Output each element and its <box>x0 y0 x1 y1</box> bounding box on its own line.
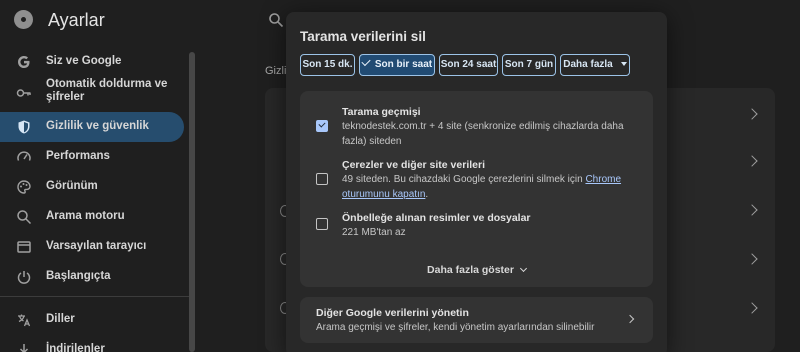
checkmark-icon <box>361 56 371 67</box>
palette-icon <box>17 180 31 194</box>
sidebar-divider <box>0 296 190 297</box>
option-title: Çerezler ve diğer site verileri <box>342 159 485 171</box>
google-data-description: Arama geçmişi ve şifreler, kendi yönetim… <box>316 322 595 333</box>
checkbox-cookies[interactable] <box>316 173 328 185</box>
chevron-down-icon <box>519 264 528 273</box>
sidebar-item-label: Otomatik doldurma ve şifreler <box>46 78 168 103</box>
time-range-chip-15m[interactable]: Son 15 dk. <box>300 54 355 76</box>
page-title: Ayarlar <box>48 10 105 30</box>
sidebar-item-languages[interactable]: Diller <box>0 305 184 335</box>
show-more-label: Daha fazla göster <box>300 264 653 276</box>
shield-icon <box>18 120 30 134</box>
section-heading: Gizli <box>265 65 287 77</box>
chevron-right-icon <box>625 314 635 324</box>
key-icon <box>16 89 31 97</box>
sidebar-item-label: Görünüm <box>46 180 98 192</box>
sidebar-item-label: Varsayılan tarayıcı <box>46 240 147 252</box>
time-range-chip-24h[interactable]: Son 24 saat <box>439 54 498 76</box>
download-icon <box>19 344 29 352</box>
clear-browsing-data-dialog: Tarama verilerini sil Son 15 dk. Son bir… <box>286 12 667 352</box>
chip-label: Son 15 dk. <box>302 59 353 70</box>
sidebar-item-privacy[interactable]: Gizlilik ve güvenlik <box>0 112 184 142</box>
search-icon[interactable] <box>268 12 284 28</box>
sidebar-scrollbar[interactable] <box>189 52 195 352</box>
option-description-text: 49 siteden. Bu cihazdaki Google çerezler… <box>342 174 586 185</box>
dialog-title: Tarama verilerini sil <box>300 29 426 44</box>
sidebar-item-downloads[interactable]: İndirilenler <box>0 335 184 352</box>
sidebar-item-label: Arama motoru <box>46 210 125 222</box>
sidebar-item-label: İndirilenler <box>46 343 105 352</box>
chip-label: Son 24 saat <box>440 59 497 70</box>
caret-down-icon <box>620 62 627 66</box>
sidebar-item-appearance[interactable]: Görünüm <box>0 172 184 202</box>
chip-label: Daha fazla <box>563 59 613 70</box>
sidebar-item-you-and-google[interactable]: Siz ve Google <box>0 47 184 77</box>
sidebar-item-label: Performans <box>46 150 110 162</box>
checkbox-cached-images[interactable] <box>316 218 328 230</box>
sidebar-item-on-startup[interactable]: Başlangıçta <box>0 262 184 292</box>
browser-window-icon <box>17 241 31 253</box>
data-types-panel: Tarama geçmişi teknodestek.com.tr + 4 si… <box>300 91 653 253</box>
sidebar-item-performance[interactable]: Performans <box>0 142 184 172</box>
show-more-button[interactable]: Daha fazla göster <box>300 253 653 287</box>
translate-icon <box>18 314 31 327</box>
option-description-text: . <box>425 189 429 200</box>
time-range-chip-7d[interactable]: Son 7 gün <box>502 54 556 76</box>
sidebar: Siz ve Google Otomatik doldurma ve şifre… <box>0 44 196 352</box>
sidebar-item-autofill[interactable]: Otomatik doldurma ve şifreler <box>0 77 184 107</box>
time-range-more-dropdown[interactable]: Daha fazla <box>560 54 630 76</box>
sidebar-item-label: Başlangıçta <box>46 270 111 282</box>
sidebar-item-label: Siz ve Google <box>46 55 122 67</box>
chip-label: Son 7 gün <box>504 59 554 70</box>
option-title: Önbelleğe alınan resimler ve dosyalar <box>342 212 531 224</box>
sidebar-item-label: Diller <box>46 313 75 325</box>
manage-google-data-row[interactable]: Diğer Google verilerini yönetin Arama ge… <box>300 297 653 343</box>
google-g-icon <box>18 56 30 68</box>
chrome-logo-icon <box>14 10 33 29</box>
option-description: 49 siteden. Bu cihazdaki Google çerezler… <box>342 172 647 202</box>
time-range-chip-1h[interactable]: Son bir saat <box>359 54 435 76</box>
search-icon <box>17 210 32 225</box>
show-more-text: Daha fazla göster <box>427 264 514 276</box>
sidebar-item-label: Gizlilik ve güvenlik <box>46 120 149 132</box>
sidebar-item-search-engine[interactable]: Arama motoru <box>0 202 184 232</box>
checkbox-browsing-history[interactable] <box>316 120 328 132</box>
option-description: teknodestek.com.tr + 4 site (senkronize … <box>342 121 624 147</box>
chip-label: Son bir saat <box>374 59 433 70</box>
power-icon <box>17 271 31 284</box>
option-description: 221 MB'tan az <box>342 227 406 238</box>
option-title: Tarama geçmişi <box>342 106 421 118</box>
google-data-title: Diğer Google verilerini yönetin <box>316 307 469 319</box>
sidebar-item-default-browser[interactable]: Varsayılan tarayıcı <box>0 232 184 262</box>
speedometer-icon <box>17 151 31 161</box>
